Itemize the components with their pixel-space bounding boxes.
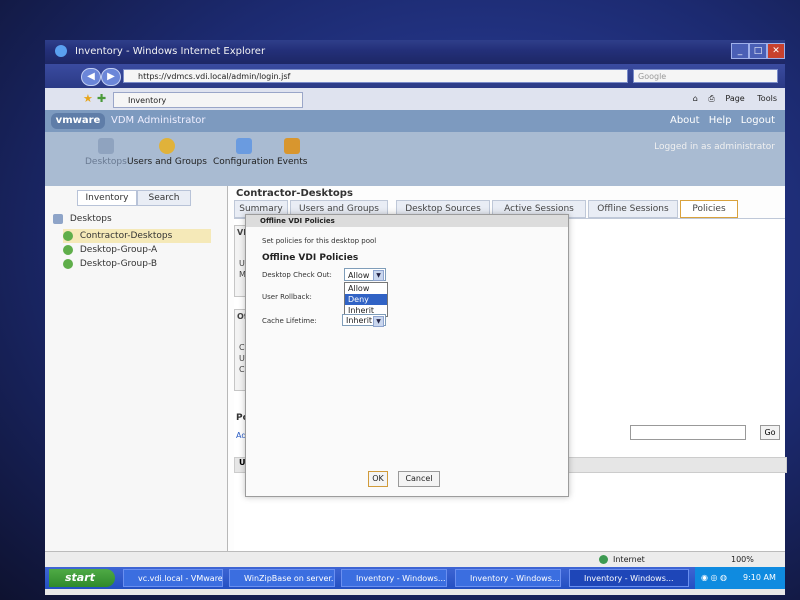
dialog-header: Offline VDI Policies	[246, 215, 568, 227]
pool-title: Contractor-Desktops	[236, 188, 353, 199]
toolbar-configuration[interactable]: Configuration	[213, 138, 274, 167]
users-icon	[158, 138, 175, 154]
folder-icon	[53, 213, 63, 224]
toolbar-label: Users and Groups	[127, 157, 207, 167]
window-title: Inventory - Windows Internet Explorer	[75, 46, 266, 57]
taskbar-item-winzip[interactable]: WinZipBase on server...	[229, 569, 335, 587]
events-icon	[284, 138, 301, 154]
logged-in-text: Logged in as administrator	[654, 142, 775, 152]
pool-icon	[63, 230, 73, 241]
app-title: VDM Administrator	[111, 115, 206, 126]
pool-icon	[63, 244, 73, 255]
zoom-level[interactable]: 100%	[731, 555, 754, 564]
taskbar-item-vmware[interactable]: vc.vdi.local - VMware...	[123, 569, 223, 587]
go-button[interactable]: Go	[760, 425, 780, 440]
tree-item-desktop-group-b[interactable]: Desktop-Group-B	[63, 257, 211, 271]
dialog-heading: Offline VDI Policies	[262, 253, 359, 263]
tree-item-contractor-desktops[interactable]: Contractor-Desktops	[63, 229, 211, 243]
tree-item-label: Desktop-Group-A	[79, 245, 158, 255]
tab-inventory-left[interactable]: Inventory	[77, 190, 137, 206]
minimize-button[interactable]: _	[731, 43, 749, 59]
tree-root-label: Desktops	[69, 214, 112, 224]
toolbar-desktops[interactable]: Desktops	[85, 138, 127, 167]
toolbar-events[interactable]: Events	[277, 138, 307, 167]
toolbar-label: Desktops	[85, 157, 127, 167]
tree-item-label: Contractor-Desktops	[79, 231, 173, 241]
cache-lifetime-label: Cache Lifetime:	[262, 317, 317, 325]
tray-icons: ◉ ◎ ◍	[701, 573, 728, 582]
ie-title-bar: Inventory - Windows Internet Explorer _ …	[45, 40, 785, 64]
forward-button[interactable]: ▶	[101, 68, 121, 86]
select-value: Allow	[348, 271, 370, 280]
cache-lifetime-select[interactable]: Inherit ▼	[342, 314, 386, 327]
pool-icon	[63, 258, 73, 269]
select-value: Inherit	[346, 316, 373, 325]
taskbar-item-inventory-1[interactable]: Inventory - Windows...	[341, 569, 447, 587]
ie-icon	[55, 45, 67, 57]
cancel-button[interactable]: Cancel	[398, 471, 440, 487]
chevron-down-icon[interactable]: ▼	[373, 316, 384, 327]
favorites-star-icon[interactable]: ★	[83, 92, 93, 105]
inventory-pane: Inventory Search Desktops Contractor-Des…	[45, 186, 228, 581]
taskbar-item-inventory-3[interactable]: Inventory - Windows...	[569, 569, 689, 587]
tree-item-label: Desktop-Group-B	[79, 259, 158, 269]
logout-link[interactable]: Logout	[741, 115, 775, 126]
header-links: About Help Logout	[664, 115, 775, 126]
status-bar: Internet 100%	[45, 551, 785, 568]
tools-menu[interactable]: Tools	[757, 94, 777, 103]
taskbar-item-inventory-2[interactable]: Inventory - Windows...	[455, 569, 561, 587]
check-out-dropdown-list: Allow Deny Inherit	[344, 282, 388, 317]
screen: Inventory - Windows Internet Explorer _ …	[45, 40, 787, 595]
tree-item-desktop-group-a[interactable]: Desktop-Group-A	[63, 243, 211, 257]
ok-button[interactable]: OK	[368, 471, 388, 487]
tab-bar: ★ ✚ Inventory ⌂ ⎙ Page Tools	[45, 88, 785, 110]
dropdown-option-deny[interactable]: Deny	[345, 294, 387, 305]
address-bar: ◀ ▶ https://vdmcs.vdi.local/admin/login.…	[45, 64, 785, 88]
taskbar: start vc.vdi.local - VMware... WinZipBas…	[45, 567, 785, 589]
configuration-icon	[235, 138, 252, 154]
toolbar-users-and-groups[interactable]: Users and Groups	[127, 138, 207, 167]
tab-search-left[interactable]: Search	[137, 190, 191, 206]
desktops-icon	[97, 138, 114, 154]
home-icon[interactable]: ⌂	[693, 94, 698, 103]
desktop-check-out-label: Desktop Check Out:	[262, 271, 332, 279]
url-field[interactable]: https://vdmcs.vdi.local/admin/login.jsf	[123, 69, 628, 83]
tab-offline-sessions[interactable]: Offline Sessions	[588, 200, 678, 218]
user-rollback-label: User Rollback:	[262, 293, 312, 301]
security-zone: Internet	[613, 555, 645, 564]
ie-command-bar: ⌂ ⎙ Page Tools	[693, 94, 777, 104]
app-header: vmware VDM Administrator About Help Logo…	[45, 110, 785, 132]
clock: 9:10 AM	[743, 573, 776, 582]
desktop-tree: Desktops Contractor-Desktops Desktop-Gro…	[53, 212, 211, 271]
globe-icon	[599, 555, 608, 564]
back-button[interactable]: ◀	[81, 68, 101, 86]
system-tray: ◉ ◎ ◍ 9:10 AM	[695, 567, 785, 589]
print-icon[interactable]: ⎙	[708, 94, 714, 103]
page-menu[interactable]: Page	[725, 94, 744, 103]
maximize-button[interactable]: □	[749, 43, 767, 59]
vmware-logo: vmware	[51, 113, 105, 129]
chevron-down-icon[interactable]: ▼	[373, 270, 384, 281]
dialog-description: Set policies for this desktop pool	[262, 237, 377, 245]
offline-vdi-policies-dialog: Offline VDI Policies Set policies for th…	[245, 214, 569, 497]
toolbar-label: Events	[277, 157, 308, 167]
filter-input[interactable]	[630, 425, 746, 440]
add-favorites-icon[interactable]: ✚	[97, 92, 106, 105]
close-button[interactable]: ✕	[767, 43, 785, 59]
help-link[interactable]: Help	[709, 115, 732, 126]
about-link[interactable]: About	[670, 115, 700, 126]
desktop-check-out-select[interactable]: Allow ▼	[344, 268, 386, 281]
dropdown-option-allow[interactable]: Allow	[345, 283, 387, 294]
toolbar-label: Configuration	[213, 157, 275, 167]
tree-root[interactable]: Desktops	[53, 212, 211, 226]
start-button[interactable]: start	[49, 569, 115, 587]
tab-policies[interactable]: Policies	[680, 200, 738, 218]
tab-inventory[interactable]: Inventory	[113, 92, 303, 108]
app-toolbar: Desktops Users and Groups Configuration …	[45, 132, 785, 186]
search-input[interactable]: Google	[633, 69, 778, 83]
